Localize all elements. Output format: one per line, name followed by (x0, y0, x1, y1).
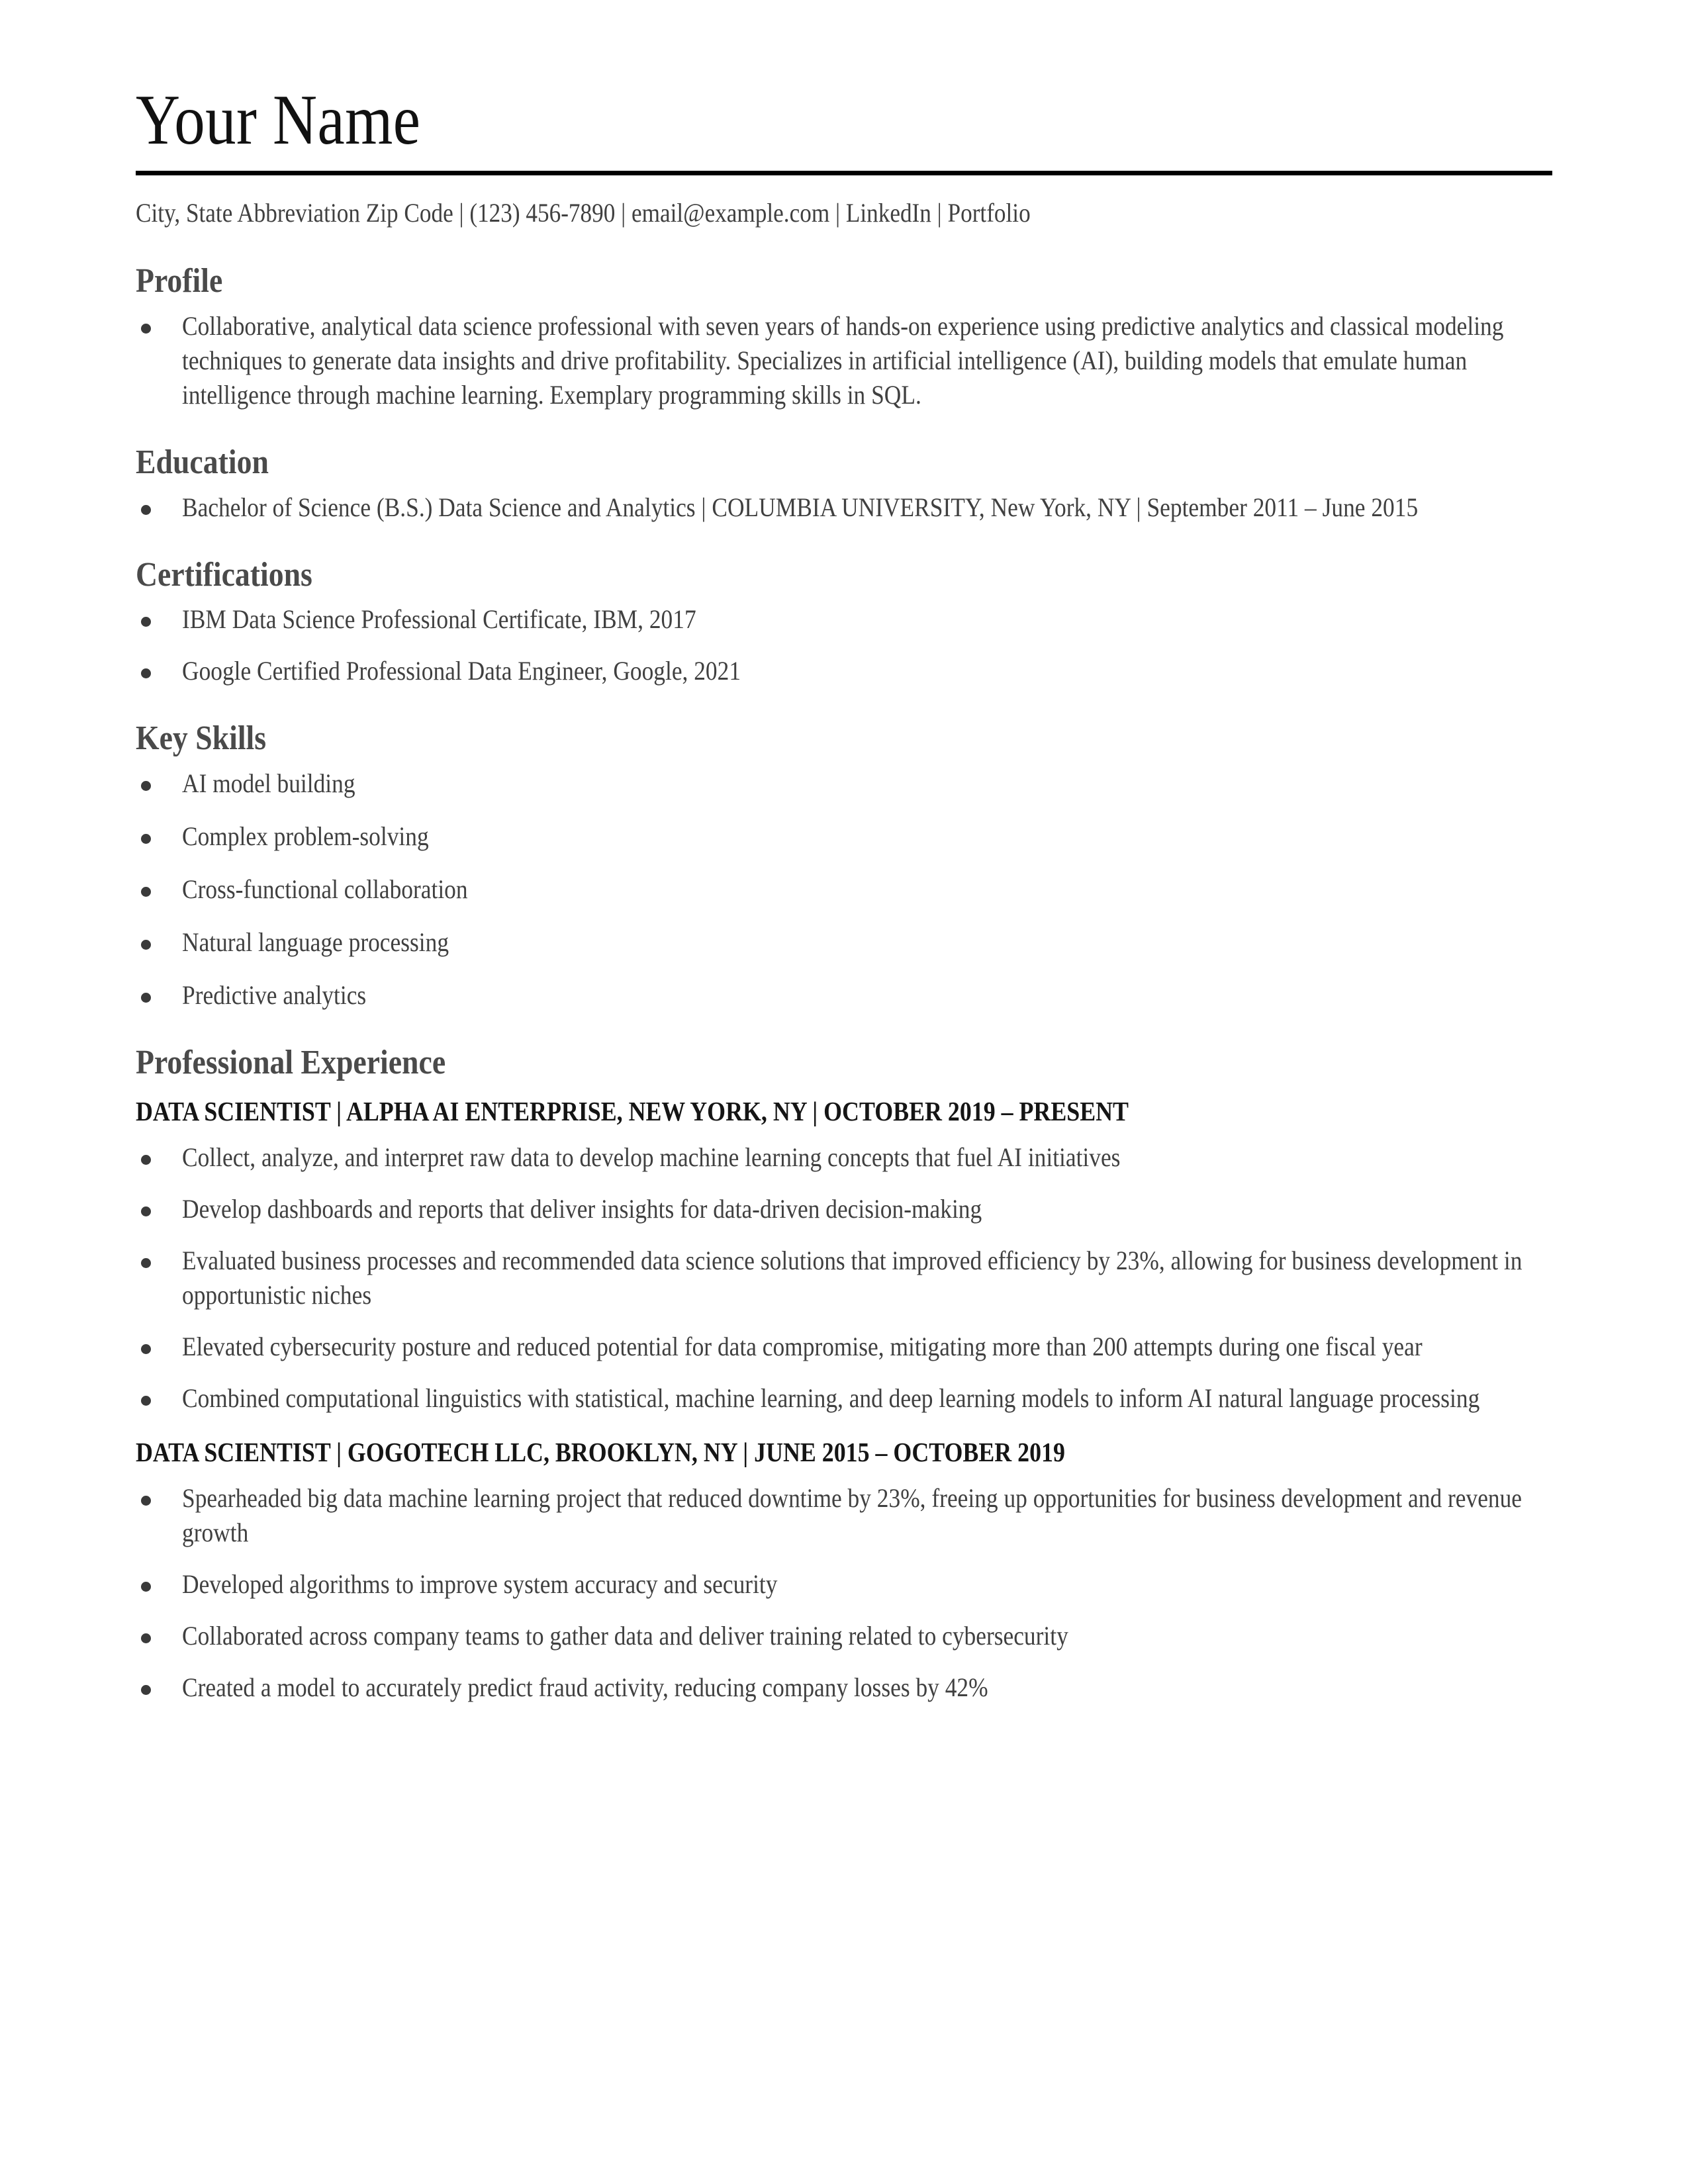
list-item: Collaborated across company teams to gat… (136, 1619, 1552, 1653)
section-certifications: Certifications IBM Data Science Professi… (136, 555, 1552, 689)
key-skills-list: AI model building Complex problem-solvin… (136, 766, 1552, 1013)
list-item: Combined computational linguistics with … (136, 1381, 1552, 1416)
list-item: Complex problem-solving (136, 819, 1552, 854)
section-key-skills: Key Skills AI model building Complex pro… (136, 719, 1552, 1013)
section-heading-professional-experience: Professional Experience (136, 1044, 446, 1082)
list-item-text: Created a model to accurately predict fr… (182, 1672, 988, 1703)
list-item: Developed algorithms to improve system a… (136, 1567, 1552, 1602)
list-item-text: Collaborative, analytical data science p… (182, 310, 1504, 410)
list-item-text: Natural language processing (182, 927, 449, 958)
list-item: Collect, analyze, and interpret raw data… (136, 1140, 1552, 1175)
list-item: IBM Data Science Professional Certificat… (136, 602, 1552, 637)
list-item-text: IBM Data Science Professional Certificat… (182, 604, 696, 635)
list-item-text: Collect, analyze, and interpret raw data… (182, 1142, 1121, 1173)
list-item: Predictive analytics (136, 978, 1552, 1013)
job-heading: DATA SCIENTIST | ALPHA AI ENTERPRISE, NE… (136, 1095, 1129, 1126)
job-bullets: Collect, analyze, and interpret raw data… (136, 1140, 1552, 1416)
list-item: Bachelor of Science (B.S.) Data Science … (136, 490, 1552, 525)
list-item-text: Combined computational linguistics with … (182, 1383, 1480, 1414)
section-heading-certifications: Certifications (136, 555, 312, 594)
resume-page: Your Name City, State Abbreviation Zip C… (0, 0, 1688, 2184)
list-item-text: AI model building (182, 768, 355, 799)
section-profile: Profile Collaborative, analytical data s… (136, 261, 1552, 412)
section-heading-profile: Profile (136, 262, 223, 300)
list-item: Google Certified Professional Data Engin… (136, 654, 1552, 688)
header-divider (136, 171, 1552, 175)
job-bullets: Spearheaded big data machine learning pr… (136, 1481, 1552, 1705)
list-item-text: Spearheaded big data machine learning pr… (182, 1483, 1523, 1548)
section-professional-experience: Professional Experience DATA SCIENTIST |… (136, 1043, 1552, 1705)
resume-header: Your Name City, State Abbreviation Zip C… (136, 85, 1552, 231)
list-item-text: Collaborated across company teams to gat… (182, 1621, 1068, 1651)
contact-line: City, State Abbreviation Zip Code | (123… (136, 198, 1031, 228)
list-item: Cross-functional collaboration (136, 872, 1552, 907)
job-heading: DATA SCIENTIST | GOGOTECH LLC, BROOKLYN,… (136, 1437, 1065, 1468)
list-item-text: Cross-functional collaboration (182, 874, 468, 905)
experience-entry: DATA SCIENTIST | ALPHA AI ENTERPRISE, NE… (136, 1095, 1552, 1416)
list-item: Develop dashboards and reports that deli… (136, 1192, 1552, 1226)
certifications-list: IBM Data Science Professional Certificat… (136, 602, 1552, 688)
list-item-text: Elevated cybersecurity posture and reduc… (182, 1332, 1423, 1362)
profile-list: Collaborative, analytical data science p… (136, 309, 1552, 412)
page-title: Your Name (136, 81, 421, 159)
list-item-text: Develop dashboards and reports that deli… (182, 1194, 982, 1224)
education-list: Bachelor of Science (B.S.) Data Science … (136, 490, 1552, 525)
list-item: Elevated cybersecurity posture and reduc… (136, 1330, 1552, 1364)
list-item: Spearheaded big data machine learning pr… (136, 1481, 1552, 1550)
list-item-text: Complex problem-solving (182, 821, 429, 852)
section-education: Education Bachelor of Science (B.S.) Dat… (136, 443, 1552, 525)
list-item-text: Bachelor of Science (B.S.) Data Science … (182, 492, 1419, 522)
section-heading-key-skills: Key Skills (136, 719, 267, 758)
list-item-text: Evaluated business processes and recomme… (182, 1246, 1523, 1310)
list-item: Collaborative, analytical data science p… (136, 309, 1552, 412)
experience-entry: DATA SCIENTIST | GOGOTECH LLC, BROOKLYN,… (136, 1435, 1552, 1705)
list-item: Created a model to accurately predict fr… (136, 1670, 1552, 1705)
list-item: Natural language processing (136, 925, 1552, 960)
list-item-text: Predictive analytics (182, 980, 367, 1011)
list-item-text: Google Certified Professional Data Engin… (182, 656, 741, 686)
list-item-text: Developed algorithms to improve system a… (182, 1569, 778, 1600)
list-item: Evaluated business processes and recomme… (136, 1244, 1552, 1312)
section-heading-education: Education (136, 443, 269, 481)
list-item: AI model building (136, 766, 1552, 801)
